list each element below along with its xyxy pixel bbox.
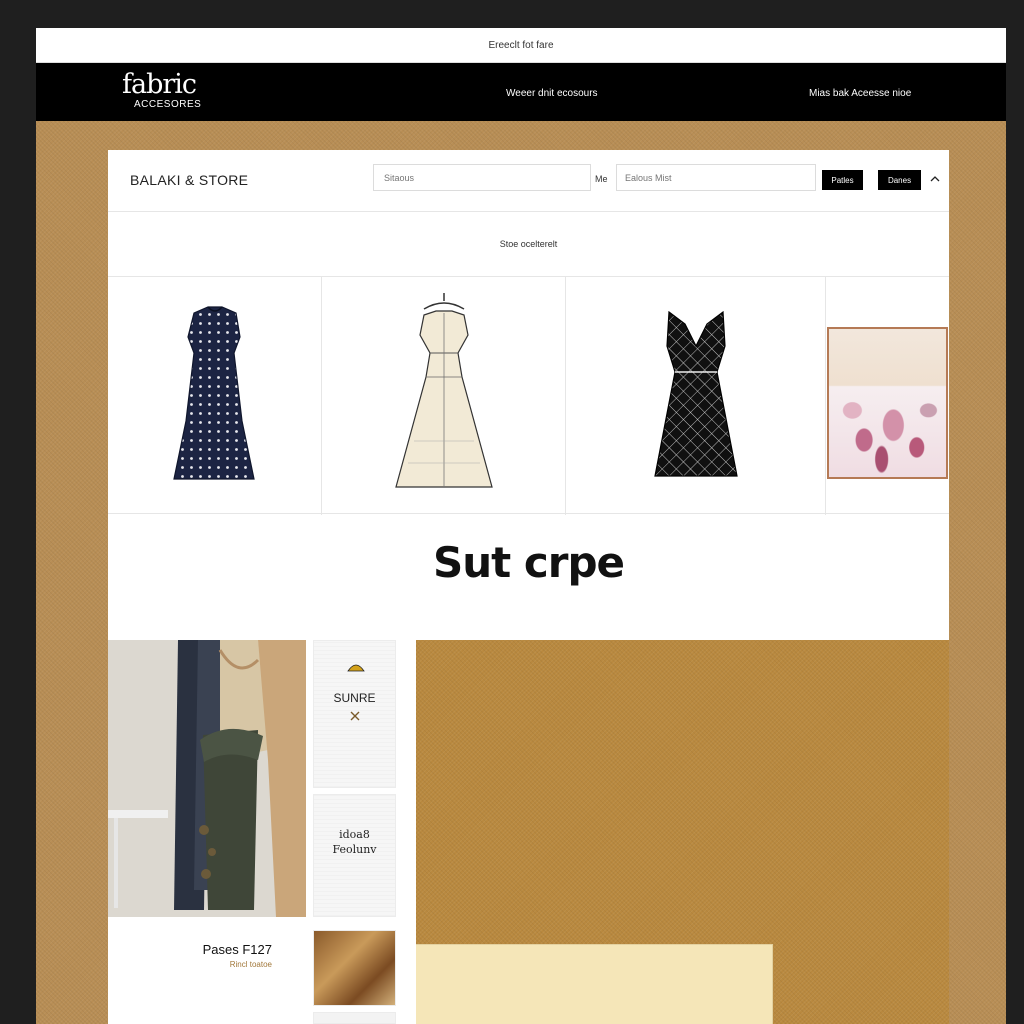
featured-label: Stoe ocelterelt (499, 239, 558, 249)
store-panel: BALAKI & STORE Me Patles Danes Stoe ocel… (108, 150, 949, 1024)
site-logo[interactable]: fabric ACCESORES (122, 69, 202, 111)
featured-section-label: Stoe ocelterelt (108, 212, 949, 276)
announcement-text: Ereeclt fot fare (488, 39, 554, 51)
product-card-cream-dress[interactable] (322, 277, 566, 515)
price-subtitle: Rincl toatoe (229, 960, 272, 969)
promo-tile-sunre[interactable]: SUNRE (313, 640, 396, 788)
store-header: BALAKI & STORE Me Patles Danes (108, 150, 949, 212)
tile-label-idea-line1: idoa8 (339, 828, 370, 841)
store-name[interactable]: BALAKI & STORE (130, 172, 248, 188)
sparkle-icon (350, 711, 360, 721)
fabric-texture-panel[interactable] (416, 640, 949, 1024)
bottom-thumbnails (108, 1018, 288, 1024)
top-navigation: fabric ACCESORES Weeer dnit ecosours Mia… (36, 63, 1006, 121)
chevron-up-icon[interactable] (929, 173, 941, 185)
product-card-polka-dress[interactable] (108, 277, 322, 515)
product-card-floral-swatch[interactable] (826, 277, 949, 515)
fabric-tile-bottom[interactable] (313, 1012, 396, 1024)
promo-tile-idea[interactable]: idoa8 Feolunv (313, 794, 396, 917)
announcement-bar: Ereeclt fot fare (36, 28, 1006, 63)
black-lattice-dress-image (653, 310, 738, 477)
price-title: Pases F127 (202, 942, 272, 957)
tile-label-idea: idoa8 Feolunv (314, 827, 395, 857)
price-card[interactable]: Pases F127 Rincl toatoe (108, 922, 288, 974)
floral-swatch-image (827, 327, 948, 479)
clothing-rack-image (108, 640, 306, 917)
product-card-black-dress[interactable] (566, 277, 826, 515)
page-headline: Sut crpe (432, 538, 625, 587)
search-separator-label: Me (595, 174, 608, 184)
cream-fabric-swatch[interactable] (416, 944, 773, 1024)
nav-link-1[interactable]: Weeer dnit ecosours (506, 88, 598, 99)
plaid-fabric-tile[interactable] (313, 930, 396, 1006)
patles-button[interactable]: Patles (822, 170, 863, 190)
tile-label-idea-line2: Feolunv (332, 843, 377, 856)
logo-wordmark: fabric (122, 69, 197, 100)
search-input[interactable] (373, 164, 591, 191)
product-row (108, 276, 949, 515)
logo-subtitle: ACCESORES (134, 99, 202, 110)
polka-dot-dress-image (172, 306, 255, 480)
browser-viewport: Ereeclt fot fare fabric ACCESORES Weeer … (36, 28, 1006, 1024)
cream-sketch-dress-image (394, 293, 493, 488)
nav-link-2[interactable]: Mias bak Aceesse nioe (809, 88, 911, 99)
tile-label-sunre: SUNRE (333, 691, 376, 705)
secondary-search-input[interactable] (616, 164, 816, 191)
danes-button[interactable]: Danes (878, 170, 921, 190)
clothing-rack-photo[interactable] (108, 640, 306, 917)
sun-icon (347, 664, 365, 672)
